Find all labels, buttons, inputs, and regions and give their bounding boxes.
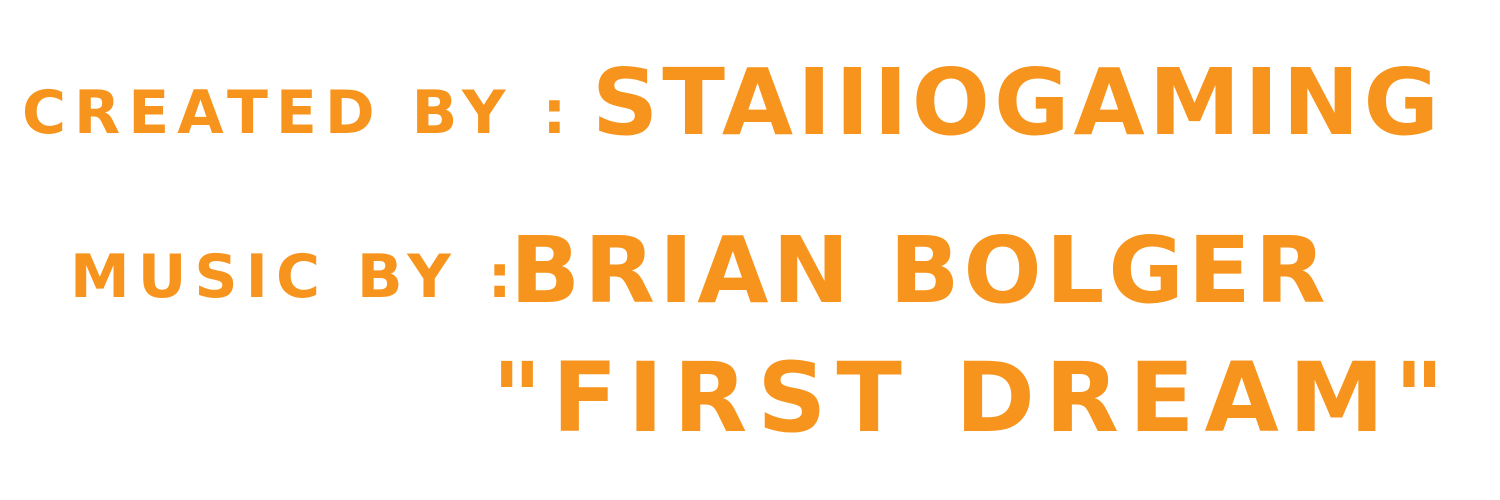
credits-screen: CREATED BY : STAIIIOGAMING MUSIC BY : BR… bbox=[0, 0, 1500, 500]
creator-name: STAIIIOGAMING bbox=[592, 49, 1443, 156]
created-by-label: CREATED BY : bbox=[22, 78, 575, 148]
composer-name: BRIAN BOLGER bbox=[510, 217, 1330, 324]
music-by-label: MUSIC BY : bbox=[70, 242, 520, 312]
song-title: "FIRST DREAM" bbox=[492, 342, 1455, 454]
